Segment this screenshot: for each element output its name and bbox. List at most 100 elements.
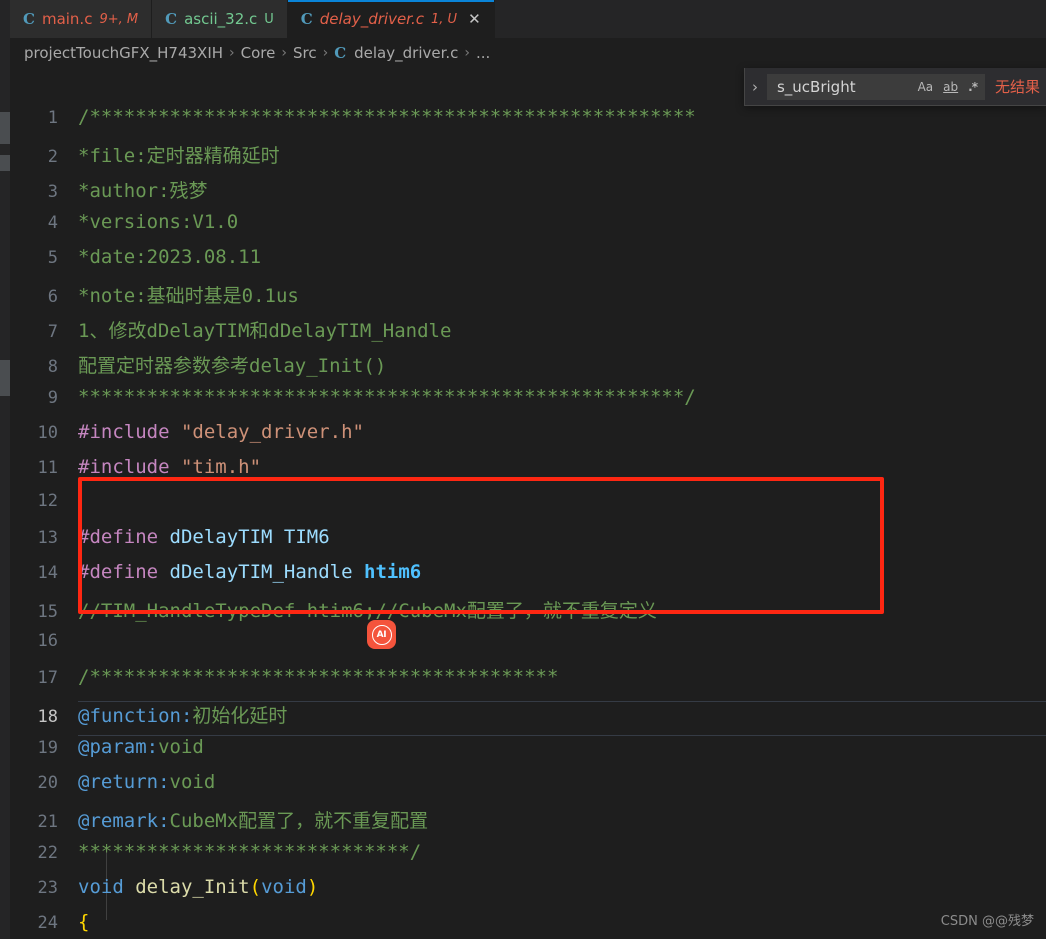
code-line[interactable]: 3 *author:残梦 bbox=[10, 176, 1046, 211]
line-number: 14 bbox=[37, 563, 58, 583]
line-number: 19 bbox=[37, 738, 58, 758]
code-text: @param:void bbox=[78, 736, 1046, 758]
line-number: 3 bbox=[47, 182, 58, 202]
code-text: 配置定时器参数参考delay_Init() bbox=[78, 351, 1046, 378]
token-comment: *date:2023.08.11 bbox=[78, 246, 262, 268]
line-number: 12 bbox=[37, 491, 58, 511]
line-number: 20 bbox=[37, 773, 58, 793]
c-file-icon: C bbox=[300, 10, 313, 28]
toggle-replace-icon[interactable]: › bbox=[749, 78, 761, 96]
code-text: #define dDelayTIM TIM6 bbox=[78, 526, 1046, 548]
code-text: *author:残梦 bbox=[78, 176, 1046, 203]
line-number: 10 bbox=[37, 423, 58, 443]
code-text: 1、修改dDelayTIM和dDelayTIM_Handle bbox=[78, 316, 1046, 343]
editor-tab-delay_driver-c[interactable]: Cdelay_driver.c 1, U ✕ bbox=[287, 0, 495, 38]
find-input-wrapper[interactable]: s_ucBright Aa ab .* bbox=[766, 73, 985, 100]
code-line[interactable]: 24 { bbox=[10, 911, 1046, 939]
vscode-window: Cmain.c 9+, M Cascii_32.c U Cdelay_driver.c 1… bbox=[0, 0, 1046, 939]
match-case-icon[interactable]: Aa bbox=[915, 79, 937, 95]
code-line[interactable]: 6 *note:基础时基是0.1us bbox=[10, 281, 1046, 316]
code-line[interactable]: 5 *date:2023.08.11 bbox=[10, 246, 1046, 281]
code-text: *****************************/ bbox=[78, 841, 1046, 863]
token-comment: *file:定时器精确延时 bbox=[78, 145, 280, 167]
code-line[interactable]: 12 bbox=[10, 491, 1046, 526]
find-result-count: 无结果 bbox=[994, 78, 1040, 96]
rail-mark bbox=[0, 112, 10, 144]
breadcrumb-item[interactable]: Core bbox=[241, 44, 276, 62]
code-text: #include "delay_driver.h" bbox=[78, 421, 1046, 443]
line-number: 4 bbox=[47, 213, 58, 233]
code-line[interactable]: 1 /**************************************… bbox=[10, 106, 1046, 141]
code-line[interactable]: 21 @remark:CubeMx配置了，就不重复配置 bbox=[10, 806, 1046, 841]
c-file-icon: C bbox=[23, 10, 35, 28]
editor-tab-bar: Cmain.c 9+, M Cascii_32.c U Cdelay_driver.c 1… bbox=[10, 0, 1046, 38]
code-line[interactable]: 11 #include "tim.h" bbox=[10, 456, 1046, 491]
token-tag: @remark: bbox=[78, 810, 170, 832]
activity-rail-sliver[interactable] bbox=[0, 0, 10, 939]
code-line[interactable]: 7 1、修改dDelayTIM和dDelayTIM_Handle bbox=[10, 316, 1046, 351]
token-paren: { bbox=[78, 911, 90, 933]
code-line[interactable]: 13 #define dDelayTIM TIM6 bbox=[10, 526, 1046, 561]
breadcrumb-separator-icon: › bbox=[229, 45, 235, 61]
code-line[interactable]: 15 //TIM_HandleTypeDef htim6;//CubeMx配置了，… bbox=[10, 596, 1046, 631]
token-comment: 1、修改dDelayTIM和dDelayTIM_Handle bbox=[78, 320, 452, 342]
code-editor[interactable]: 1 /**************************************… bbox=[10, 106, 1046, 939]
editor-tab-ascii_32-c[interactable]: Cascii_32.c U bbox=[152, 0, 288, 38]
code-line[interactable]: 19 @param:void bbox=[10, 736, 1046, 771]
breadcrumb-file[interactable]: delay_driver.c bbox=[354, 44, 458, 62]
token-string: "delay_driver.h" bbox=[180, 421, 364, 443]
line-number: 5 bbox=[47, 248, 58, 268]
breadcrumb-item[interactable]: Src bbox=[293, 44, 317, 62]
token-macro: #define bbox=[78, 561, 159, 583]
code-line[interactable]: 20 @return:void bbox=[10, 771, 1046, 806]
code-line[interactable]: 17 /*************************************… bbox=[10, 666, 1046, 701]
code-line[interactable]: 2 *file:定时器精确延时 bbox=[10, 141, 1046, 176]
code-text: @function:初始化延时 bbox=[78, 701, 1046, 728]
code-line[interactable]: 16 bbox=[10, 631, 1046, 666]
line-number: 22 bbox=[37, 843, 58, 863]
line-number: 1 bbox=[47, 108, 58, 128]
line-number: 13 bbox=[37, 528, 58, 548]
editor-tab-main-c[interactable]: Cmain.c 9+, M bbox=[10, 0, 153, 38]
code-line[interactable]: 8 配置定时器参数参考delay_Init() bbox=[10, 351, 1046, 386]
token-fn: delay_Init bbox=[135, 876, 250, 898]
code-text: ****************************************… bbox=[78, 386, 1046, 408]
code-text: /***************************************… bbox=[78, 106, 1046, 128]
code-line[interactable]: 18 @function:初始化延时 bbox=[10, 701, 1046, 736]
line-number: 15 bbox=[37, 602, 58, 622]
line-number: 8 bbox=[47, 357, 58, 377]
code-line[interactable]: 14 #define dDelayTIM_Handle htim6 bbox=[10, 561, 1046, 596]
token-tag: @return: bbox=[78, 771, 170, 793]
token-comment: CubeMx配置了，就不重复配置 bbox=[169, 810, 429, 832]
code-text: #define dDelayTIM_Handle htim6 bbox=[78, 561, 1046, 583]
tab-status-badge: U bbox=[264, 11, 274, 27]
breadcrumb-separator-icon: › bbox=[322, 45, 329, 61]
code-text: *file:定时器精确延时 bbox=[78, 141, 1046, 168]
token-comment: *note:基础时基是0.1us bbox=[78, 285, 299, 307]
token-paren: ) bbox=[306, 876, 319, 898]
token-comment: 配置定时器参数参考delay_Init() bbox=[78, 355, 387, 377]
code-text: *date:2023.08.11 bbox=[78, 246, 1046, 268]
code-line[interactable]: 23 void delay_Init(void) bbox=[10, 876, 1046, 911]
c-file-icon: C bbox=[334, 44, 347, 62]
watermark: CSDN @@残梦 bbox=[940, 914, 1034, 929]
close-icon[interactable]: ✕ bbox=[468, 11, 481, 27]
tab-label: main.c bbox=[41, 10, 93, 28]
use-regex-icon[interactable]: .* bbox=[965, 79, 980, 95]
whole-word-icon[interactable]: ab bbox=[940, 79, 961, 95]
code-text: @remark:CubeMx配置了，就不重复配置 bbox=[78, 806, 1046, 833]
find-input[interactable]: s_ucBright bbox=[777, 78, 911, 96]
code-line[interactable]: 9 ***************************************… bbox=[10, 386, 1046, 421]
ai-assistant-icon[interactable]: AI bbox=[367, 620, 396, 649]
token-comment: *author:残梦 bbox=[78, 180, 208, 202]
breadcrumb-more[interactable]: ... bbox=[476, 44, 490, 62]
code-line[interactable]: 4 *versions:V1.0 bbox=[10, 211, 1046, 246]
token-id: dDelayTIM_Handle bbox=[169, 561, 364, 583]
tab-status-badge: 1, U bbox=[431, 11, 458, 27]
token-comment: /***************************************… bbox=[78, 666, 559, 688]
code-line[interactable]: 22 *****************************/ bbox=[10, 841, 1046, 876]
code-line[interactable]: 10 #include "delay_driver.h" bbox=[10, 421, 1046, 456]
breadcrumb-item[interactable]: projectTouchGFX_H743XIH bbox=[24, 44, 223, 62]
breadcrumb: projectTouchGFX_H743XIH › Core › Src › Cdelay_… bbox=[10, 38, 1046, 68]
